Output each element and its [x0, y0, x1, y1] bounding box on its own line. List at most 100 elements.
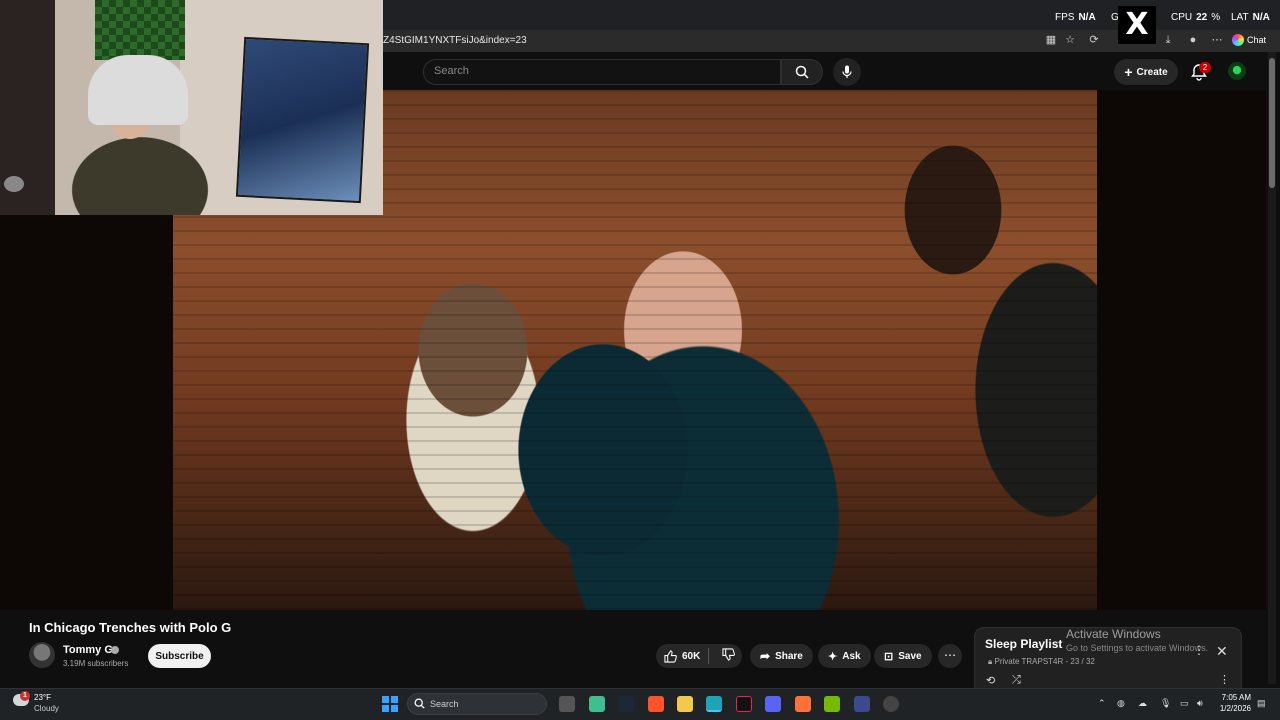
close-icon[interactable]: ✕ [1216, 643, 1228, 660]
lat-label: LAT [1231, 12, 1249, 23]
weather-temperature[interactable]: 23°F [34, 693, 51, 702]
playlist-meta-text: Private TRAPST4R - 23 / 32 [994, 657, 1095, 666]
bookmark-icon: ⊡ [884, 650, 894, 663]
firefox-icon[interactable] [795, 696, 811, 712]
app-icon[interactable] [854, 696, 870, 712]
thumbs-up-icon [664, 649, 677, 663]
activate-windows-subtitle: Go to Settings to activate Windows. [1066, 643, 1209, 653]
latency-readout: LAT N/A [1231, 12, 1270, 23]
gaming-chair [88, 55, 188, 125]
cpu-readout: CPU 22 % [1171, 12, 1220, 23]
plus-icon: + [1124, 64, 1133, 80]
tray-overflow-icon[interactable]: ⌃ [1098, 698, 1106, 709]
verified-badge-icon [111, 646, 119, 654]
task-view-icon[interactable] [559, 696, 575, 712]
fps-label: FPS [1055, 12, 1075, 23]
tiktok-icon[interactable] [736, 696, 752, 712]
weather-condition: Cloudy [34, 704, 59, 713]
loop-playlist-icon[interactable]: ⟲ [986, 674, 995, 687]
bookmark-star-icon[interactable]: ☆ [1062, 33, 1078, 47]
scrollbar-thumb[interactable] [1269, 58, 1275, 188]
channel-avatar[interactable] [29, 642, 55, 668]
thumbs-down-icon [722, 648, 736, 661]
subscriber-count: 3.19M subscribers [63, 659, 129, 668]
cpu-unit: % [1211, 12, 1221, 23]
fps-value: N/A [1078, 12, 1096, 23]
voice-search-button[interactable] [833, 58, 861, 86]
desk-cup [4, 176, 24, 192]
share-icon: ➦ [760, 649, 771, 663]
share-label: Share [775, 650, 803, 662]
notes-app-icon[interactable] [589, 696, 605, 712]
more-actions-button[interactable]: ⋯ [938, 644, 962, 668]
tab-grid-icon[interactable]: ▦ [1043, 33, 1059, 47]
create-button[interactable]: + Create [1114, 59, 1178, 85]
save-button[interactable]: ⊡ Save [874, 644, 932, 668]
taskbar-search-icon [414, 698, 425, 709]
microphone-tray-icon[interactable]: 🎙︎ [1160, 698, 1171, 709]
video-letterbox-right [1097, 90, 1266, 610]
brave-browser-icon[interactable] [648, 696, 664, 712]
notification-center-icon[interactable]: ▤ [1257, 698, 1266, 709]
playlist-title[interactable]: Sleep Playlist [985, 637, 1062, 651]
like-dislike-group: 60K [656, 644, 742, 668]
notification-count-badge: 2 [1199, 62, 1211, 73]
windows-logo-tile [391, 705, 398, 712]
windows-logo-tile [382, 696, 389, 703]
ask-label: Ask [842, 650, 861, 662]
subscribe-button[interactable]: Subscribe [148, 644, 211, 668]
wall-poster-pixel [95, 0, 185, 60]
share-button[interactable]: ➦ Share [750, 644, 813, 668]
start-button[interactable] [382, 696, 398, 712]
like-count: 60K [682, 650, 701, 662]
create-label: Create [1136, 66, 1168, 78]
download-icon[interactable]: ⤓ [1160, 33, 1176, 47]
shuffle-icon[interactable]: ⤮ [1012, 674, 1021, 687]
cpu-value: 22 [1196, 12, 1208, 23]
obs-icon[interactable] [883, 696, 899, 712]
search-placeholder: Search [434, 65, 469, 77]
discord-icon[interactable] [765, 696, 781, 712]
extensions-icon[interactable]: ⟳ [1086, 33, 1102, 47]
account-avatar[interactable] [1228, 62, 1246, 80]
wall-poster-art [235, 36, 370, 204]
microphone-icon [842, 65, 852, 78]
windows-taskbar [0, 688, 1280, 720]
network-icon[interactable]: ▭ [1180, 698, 1189, 709]
search-button[interactable] [781, 59, 823, 85]
steam-icon[interactable] [618, 696, 634, 712]
save-label: Save [898, 650, 922, 662]
url-text[interactable]: Z4StGIM1YNXTFsiJo&index=23 [383, 35, 527, 46]
profile-icon[interactable]: ● [1185, 33, 1201, 47]
cpu-label: CPU [1171, 12, 1193, 23]
copilot-icon [1232, 34, 1244, 46]
webcam-overlay [0, 0, 383, 215]
fps-readout: FPS N/A [1055, 12, 1096, 23]
taskbar-search-box[interactable] [407, 693, 547, 715]
playlist-more-icon[interactable]: ⋮ [1219, 673, 1230, 686]
clock-date[interactable]: 1/2/2026 [1214, 704, 1251, 713]
steam-tray-icon[interactable]: ◍ [1117, 698, 1125, 709]
file-explorer-icon[interactable] [677, 696, 693, 712]
playlist-meta: 🔒︎ Private TRAPST4R - 23 / 32 [988, 657, 1095, 667]
windows-logo-tile [391, 696, 398, 703]
lat-value: N/A [1252, 12, 1270, 23]
chat-button[interactable]: Chat [1232, 32, 1266, 48]
search-icon [795, 65, 809, 79]
channel-name[interactable]: Tommy G [63, 644, 113, 656]
dislike-button[interactable] [714, 648, 743, 664]
x-logo-icon: X [1118, 6, 1156, 44]
edge-browser-icon[interactable] [706, 696, 722, 712]
onedrive-icon[interactable]: ☁ [1138, 698, 1147, 709]
ask-button[interactable]: ✦ Ask [818, 644, 871, 668]
windows-logo-tile [382, 705, 389, 712]
activate-windows-title: Activate Windows [1066, 627, 1161, 641]
volume-icon[interactable]: 🔊︎ [1197, 698, 1203, 709]
like-button[interactable]: 60K [656, 648, 710, 664]
nvidia-icon[interactable] [824, 696, 840, 712]
search-input[interactable] [423, 59, 781, 85]
chat-label: Chat [1247, 35, 1267, 45]
browser-menu-icon[interactable]: ⋯ [1209, 33, 1225, 47]
video-title: In Chicago Trenches with Polo G [29, 620, 232, 635]
clock-time[interactable]: 7:05 AM [1219, 693, 1251, 702]
